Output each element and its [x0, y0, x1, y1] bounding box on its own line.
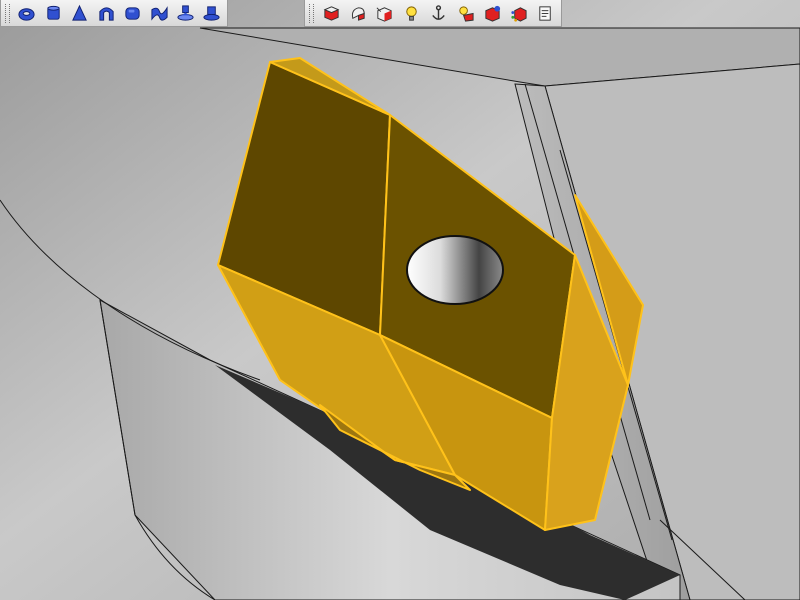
- texture-icon: [511, 6, 527, 22]
- cad-application: [0, 0, 800, 600]
- light-bulb-icon: [406, 5, 417, 21]
- anchor-icon: [432, 4, 445, 20]
- wireframe-view-button[interactable]: [347, 2, 370, 24]
- cylinder-button[interactable]: [42, 2, 64, 24]
- material-icon: [484, 5, 500, 22]
- rounded-box-icon: [125, 6, 140, 20]
- shaded-view-icon: [323, 5, 340, 21]
- torus-icon: [18, 7, 36, 21]
- revolve-button[interactable]: [201, 2, 223, 24]
- anchor-button[interactable]: [427, 2, 450, 24]
- loft-surface-icon: [150, 5, 168, 21]
- hidden-line-view-icon: [376, 6, 392, 22]
- arch-button[interactable]: [95, 2, 117, 24]
- cone-icon: [72, 4, 88, 21]
- properties-button[interactable]: [534, 2, 557, 24]
- extrude-button[interactable]: [174, 2, 196, 24]
- ambient-light-button[interactable]: [454, 2, 477, 24]
- properties-icon: [539, 5, 551, 21]
- cone-button[interactable]: [69, 2, 91, 24]
- material-button[interactable]: [481, 2, 504, 24]
- light-bulb-button[interactable]: [400, 2, 423, 24]
- insert-mounting-hole[interactable]: [406, 235, 504, 305]
- rounded-box-button[interactable]: [121, 2, 143, 24]
- torus-button[interactable]: [16, 2, 38, 24]
- view-toolbar: [304, 0, 562, 27]
- hidden-line-view-button[interactable]: [373, 2, 396, 24]
- arch-icon: [99, 6, 114, 21]
- ambient-light-icon: [459, 5, 474, 22]
- shape-toolbar: [0, 0, 228, 27]
- toolbar-grip[interactable]: [5, 3, 10, 23]
- texture-button[interactable]: [507, 2, 530, 24]
- toolbar-grip[interactable]: [309, 3, 314, 23]
- cylinder-icon: [47, 5, 60, 20]
- 3d-viewport[interactable]: [0, 0, 800, 600]
- revolve-icon: [203, 5, 220, 21]
- extrude-icon: [177, 4, 194, 21]
- loft-surface-button[interactable]: [148, 2, 170, 24]
- wireframe-view-icon: [351, 6, 365, 21]
- shaded-view-button[interactable]: [320, 2, 343, 24]
